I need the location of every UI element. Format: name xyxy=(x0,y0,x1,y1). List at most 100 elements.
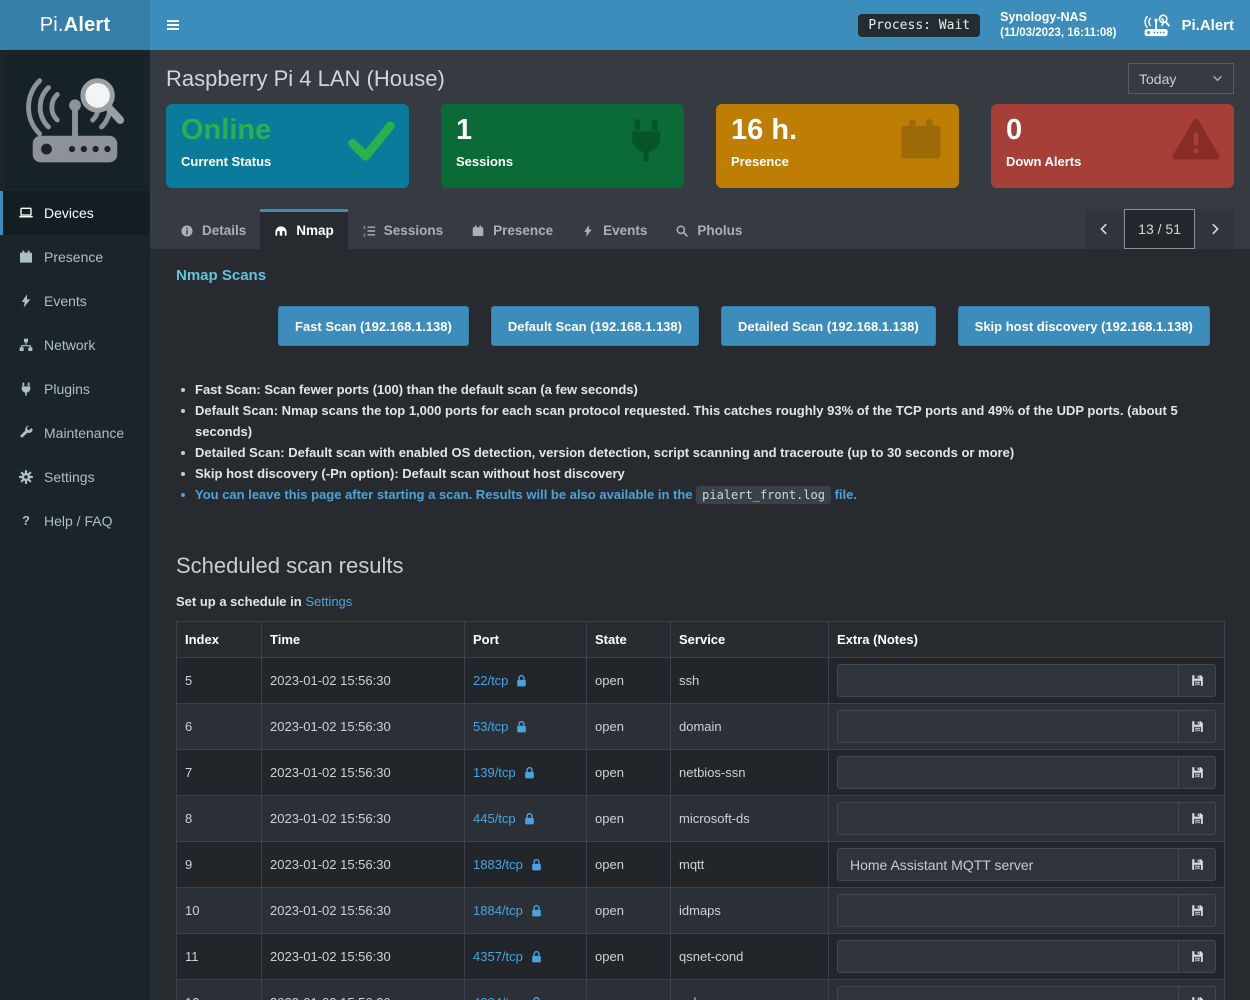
table-header-row: IndexTimePortStateServiceExtra (Notes) xyxy=(177,622,1225,658)
schedule-hint-text: Set up a schedule in xyxy=(176,594,305,609)
lock-icon xyxy=(530,996,543,1000)
cell-time: 2023-01-02 15:56:30 xyxy=(262,796,465,842)
note-input[interactable] xyxy=(838,895,1178,926)
scan-buttons-row: Fast Scan (192.168.1.138) Default Scan (1… xyxy=(278,306,1234,346)
sidebar-item-plugins[interactable]: Plugins xyxy=(0,367,150,411)
default-scan-button[interactable]: Default Scan (192.168.1.138) xyxy=(491,306,699,346)
device-pager: 13 / 51 xyxy=(1085,209,1234,249)
sidebar-toggle-button[interactable] xyxy=(150,0,196,50)
wrench-icon xyxy=(18,425,34,441)
scan-note: Fast Scan: Scan fewer ports (100) than t… xyxy=(176,379,1234,400)
sidebar-item-label: Network xyxy=(44,337,95,353)
note-input-group xyxy=(837,710,1216,743)
note-input[interactable] xyxy=(838,803,1178,834)
port-link[interactable]: 139/tcp xyxy=(473,765,536,780)
leave-note-text-after: file. xyxy=(831,487,857,502)
port-link[interactable]: 22/tcp xyxy=(473,673,528,688)
tab-details[interactable]: Details xyxy=(166,209,260,249)
note-input[interactable] xyxy=(838,757,1178,788)
app-identity[interactable]: Pi.Alert xyxy=(1142,14,1234,37)
save-note-button[interactable] xyxy=(1178,665,1215,696)
lock-icon xyxy=(523,812,536,826)
leave-note-text: You can leave this page after starting a… xyxy=(195,487,696,502)
cell-state: open xyxy=(587,796,671,842)
sidebar-item-label: Maintenance xyxy=(44,425,124,441)
tab-presence[interactable]: Presence xyxy=(457,209,567,249)
cell-port: 445/tcp xyxy=(465,796,587,842)
tab-label: Sessions xyxy=(384,223,443,238)
scan-results-table: IndexTimePortStateServiceExtra (Notes) 5… xyxy=(176,621,1225,1000)
port-link[interactable]: 4357/tcp xyxy=(473,949,543,964)
sidebar-item-maintenance[interactable]: Maintenance xyxy=(0,411,150,455)
detailed-scan-button[interactable]: Detailed Scan (192.168.1.138) xyxy=(721,306,936,346)
question-icon xyxy=(18,513,34,529)
calendar-icon xyxy=(895,114,947,166)
save-icon xyxy=(1190,903,1205,918)
cell-service: unknown xyxy=(671,980,829,1000)
column-header-time: Time xyxy=(262,622,465,658)
tab-pholus[interactable]: Pholus xyxy=(661,209,756,249)
brand-logo[interactable]: Pi.Alert xyxy=(0,0,150,50)
bolt-icon xyxy=(581,224,595,238)
host-info: Synology-NAS (11/03/2023, 16:11:08) xyxy=(1000,10,1116,40)
chevron-left-icon xyxy=(1097,222,1111,236)
note-input-group xyxy=(837,940,1216,973)
sidebar-item-settings[interactable]: Settings xyxy=(0,455,150,499)
port-link[interactable]: 1884/tcp xyxy=(473,903,543,918)
sidebar-item-devices[interactable]: Devices xyxy=(0,191,150,235)
card-sessions: 1 Sessions xyxy=(441,104,684,188)
cell-port: 139/tcp xyxy=(465,750,587,796)
lock-icon xyxy=(515,674,528,688)
sidebar-item-presence[interactable]: Presence xyxy=(0,235,150,279)
lock-icon xyxy=(530,904,543,918)
chevron-down-icon xyxy=(1212,73,1223,84)
note-input[interactable] xyxy=(838,941,1178,972)
port-link[interactable]: 4384/tcp xyxy=(473,995,543,1000)
save-note-button[interactable] xyxy=(1178,987,1215,1000)
save-note-button[interactable] xyxy=(1178,941,1215,972)
schedule-hint: Set up a schedule in Settings xyxy=(176,594,1234,609)
tab-events[interactable]: Events xyxy=(567,209,661,249)
port-link[interactable]: 445/tcp xyxy=(473,811,536,826)
cell-time: 2023-01-02 15:56:30 xyxy=(262,842,465,888)
sidebar-item-help-faq[interactable]: Help / FAQ xyxy=(0,499,150,543)
save-note-button[interactable] xyxy=(1178,849,1215,880)
card-down-alerts: 0 Down Alerts xyxy=(991,104,1234,188)
save-note-button[interactable] xyxy=(1178,803,1215,834)
skip-host-discovery-button[interactable]: Skip host discovery (192.168.1.138) xyxy=(958,306,1210,346)
cell-port: 4384/tcp xyxy=(465,980,587,1000)
save-icon xyxy=(1190,857,1205,872)
plug-icon xyxy=(620,114,672,166)
note-input[interactable] xyxy=(838,849,1178,880)
sidebar-item-network[interactable]: Network xyxy=(0,323,150,367)
sidebar-item-events[interactable]: Events xyxy=(0,279,150,323)
prev-device-button[interactable] xyxy=(1085,209,1123,249)
settings-link[interactable]: Settings xyxy=(305,594,352,609)
table-row: 8 2023-01-02 15:56:30 445/tcp open micro… xyxy=(177,796,1225,842)
save-note-button[interactable] xyxy=(1178,895,1215,926)
cell-index: 5 xyxy=(177,658,262,704)
port-link[interactable]: 1883/tcp xyxy=(473,857,543,872)
note-input[interactable] xyxy=(838,711,1178,742)
port-link[interactable]: 53/tcp xyxy=(473,719,528,734)
search-icon xyxy=(675,224,689,238)
note-input-group xyxy=(837,848,1216,881)
note-input[interactable] xyxy=(838,665,1178,696)
tab-sessions[interactable]: Sessions xyxy=(348,209,457,249)
cell-extra xyxy=(829,980,1225,1000)
save-note-button[interactable] xyxy=(1178,711,1215,742)
column-header-port: Port xyxy=(465,622,587,658)
period-select[interactable]: Today xyxy=(1128,63,1234,94)
cell-state: open xyxy=(587,888,671,934)
scheduled-results-heading: Scheduled scan results xyxy=(176,553,1234,579)
cell-state: open xyxy=(587,658,671,704)
cell-index: 9 xyxy=(177,842,262,888)
save-icon xyxy=(1190,949,1205,964)
fast-scan-button[interactable]: Fast Scan (192.168.1.138) xyxy=(278,306,469,346)
scan-note: Default Scan: Nmap scans the top 1,000 p… xyxy=(176,400,1234,442)
next-device-button[interactable] xyxy=(1196,209,1234,249)
cell-service: netbios-ssn xyxy=(671,750,829,796)
note-input[interactable] xyxy=(838,987,1178,1000)
tab-nmap[interactable]: Nmap xyxy=(260,209,348,249)
save-note-button[interactable] xyxy=(1178,757,1215,788)
